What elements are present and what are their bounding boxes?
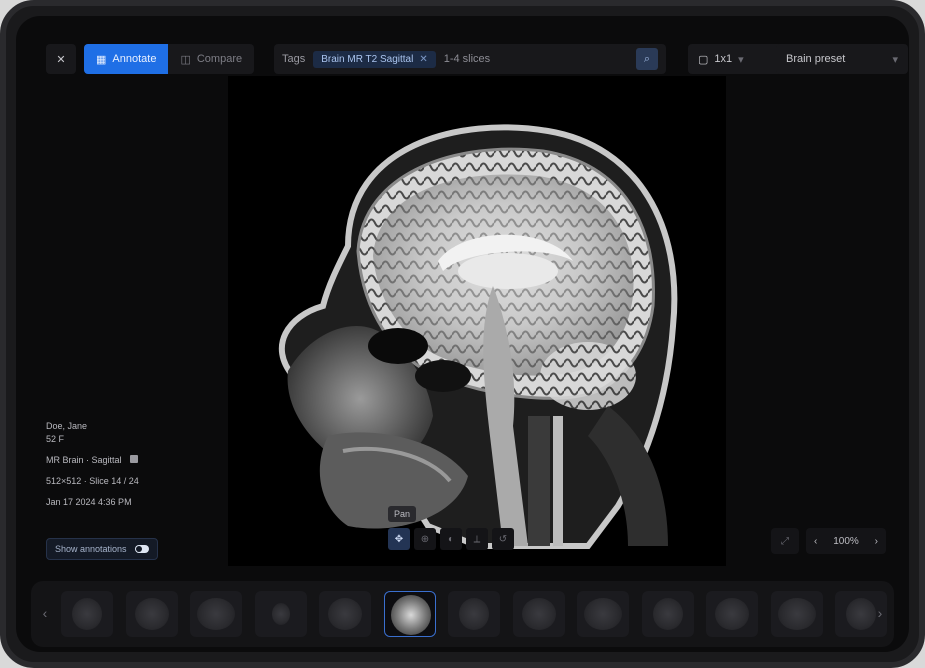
tab-compare-label: Compare <box>196 53 243 65</box>
fit-icon: ⤢ <box>781 535 789 547</box>
study-date: Jan 17 2024 4:36 PM <box>46 497 132 507</box>
slice-thumbnail-image <box>459 598 489 630</box>
zoom-icon: ⊕ <box>420 533 430 545</box>
slice-thumbnail-image <box>390 595 431 635</box>
chevron-left-icon: ‹ <box>42 605 48 621</box>
grid-icon: ▦ <box>96 53 107 66</box>
slice-thumbnail-image <box>521 598 556 630</box>
lock-icon <box>130 455 139 463</box>
slice-thumbnail[interactable] <box>448 591 500 637</box>
toggle-switch[interactable] <box>134 545 149 553</box>
slice-thumbnail-image <box>271 603 290 625</box>
patient-demographics: 52 F <box>46 434 65 444</box>
tool-tooltip: Pan <box>388 506 417 522</box>
patient-name: Doe, Jane <box>46 421 88 431</box>
reset-icon: ↺ <box>498 533 508 545</box>
pan-tool-button[interactable]: ✥ <box>388 528 410 550</box>
slice-thumbnail[interactable] <box>383 591 436 637</box>
tooltip-text: Pan <box>394 509 411 519</box>
chevron-down-icon: ▾ <box>738 53 744 66</box>
search-query: 1-4 slices <box>443 53 491 65</box>
slice-thumbnail[interactable] <box>706 591 758 637</box>
close-icon: ✕ <box>56 53 66 66</box>
tag-chip[interactable]: Brain MR T2 Sagittal ✕ <box>313 50 436 68</box>
image-viewport[interactable] <box>228 76 726 566</box>
contrast-tool-button[interactable]: ◐ <box>440 528 462 550</box>
mode-tabs: ▦ Annotate ◫ Compare <box>84 44 255 74</box>
mri-sagittal-image <box>228 76 726 566</box>
layout-dropdown-label: 1x1 <box>714 53 733 65</box>
layout-dropdown[interactable]: ▢ 1x1 ▾ <box>688 44 788 74</box>
compare-icon: ◫ <box>180 53 191 66</box>
slice-thumbnail[interactable] <box>125 591 178 637</box>
zoom-out-button[interactable]: ‹ <box>814 536 817 547</box>
show-annotations-label: Show annotations <box>55 544 127 554</box>
zoom-tool-button[interactable]: ⊕ <box>414 528 436 550</box>
chevron-right-icon: › <box>877 605 883 621</box>
search-button[interactable]: ⌕ <box>636 48 658 70</box>
close-button[interactable]: ✕ <box>46 44 76 74</box>
series-label: MR Brain · Sagittal <box>46 455 122 465</box>
slice-thumbnail-image <box>715 598 749 630</box>
chip-remove-icon[interactable]: ✕ <box>419 54 427 65</box>
app-screen: ✕ ▦ Annotate ◫ Compare Tags Brain MR T2 … <box>16 16 909 652</box>
filmstrip-prev-button[interactable]: ‹ <box>37 601 53 625</box>
contrast-icon: ◐ <box>447 533 455 545</box>
slice-thumbnail[interactable] <box>254 591 307 637</box>
top-toolbar: ✕ ▦ Annotate ◫ Compare Tags Brain MR T2 … <box>46 44 908 76</box>
chevron-down-icon: ▾ <box>892 53 898 66</box>
reset-tool-button[interactable]: ↺ <box>492 528 514 550</box>
zoom-in-button[interactable]: › <box>875 536 878 547</box>
slice-thumbnail[interactable] <box>190 591 242 637</box>
measure-tool-button[interactable]: ⟂ <box>466 528 488 550</box>
slice-thumbnail-image <box>777 598 816 630</box>
filmstrip-next-button[interactable]: › <box>872 601 888 625</box>
viewer-tools: ✥ ⊕ ◐ ⟂ ↺ <box>388 528 514 550</box>
pan-icon: ✥ <box>394 533 404 545</box>
slice-thumbnail-image <box>72 598 102 630</box>
preset-dropdown-label: Brain preset <box>786 53 846 65</box>
series-line: MR Brain · Sagittal <box>46 455 139 466</box>
slice-thumbnail-image <box>197 598 235 630</box>
slice-params: 512×512 · Slice 14 / 24 <box>46 476 139 486</box>
slice-thumbnail-image <box>134 598 169 630</box>
slice-thumbnail[interactable] <box>319 591 371 637</box>
slice-thumbnail[interactable] <box>577 591 629 637</box>
fit-button[interactable]: ⤢ <box>771 528 799 554</box>
tag-chip-label: Brain MR T2 Sagittal <box>321 53 414 65</box>
slice-thumbnail-image <box>328 598 362 630</box>
zoom-value: 100% <box>833 535 859 547</box>
preset-dropdown[interactable]: Brain preset ▾ <box>776 44 908 74</box>
tablet-frame: ✕ ▦ Annotate ◫ Compare Tags Brain MR T2 … <box>0 0 925 668</box>
slice-thumbnail[interactable] <box>770 591 823 637</box>
tab-annotate[interactable]: ▦ Annotate <box>84 44 169 74</box>
slice-filmstrip: ‹ › <box>31 581 894 647</box>
tab-compare[interactable]: ◫ Compare <box>168 44 254 74</box>
show-annotations-toggle[interactable]: Show annotations <box>46 538 158 560</box>
tag-search-bar[interactable]: Tags Brain MR T2 Sagittal ✕ 1-4 slices ⌕ <box>274 44 666 74</box>
slice-thumbnail[interactable] <box>641 591 694 637</box>
search-icon: ⌕ <box>643 52 651 65</box>
layout-icon: ▢ <box>698 53 709 66</box>
zoom-control: ‹ 100% › <box>806 528 886 554</box>
search-prefix: Tags <box>282 53 306 65</box>
image-info-overlay: Doe, Jane 52 F MR Brain · Sagittal 512×5… <box>46 421 139 518</box>
slice-thumbnail[interactable] <box>61 591 113 637</box>
measure-icon: ⟂ <box>473 533 481 545</box>
slice-thumbnail[interactable] <box>512 591 565 637</box>
slice-thumbnail-image <box>584 598 622 630</box>
slice-thumbnail-image <box>652 598 683 630</box>
tab-annotate-label: Annotate <box>112 53 157 65</box>
